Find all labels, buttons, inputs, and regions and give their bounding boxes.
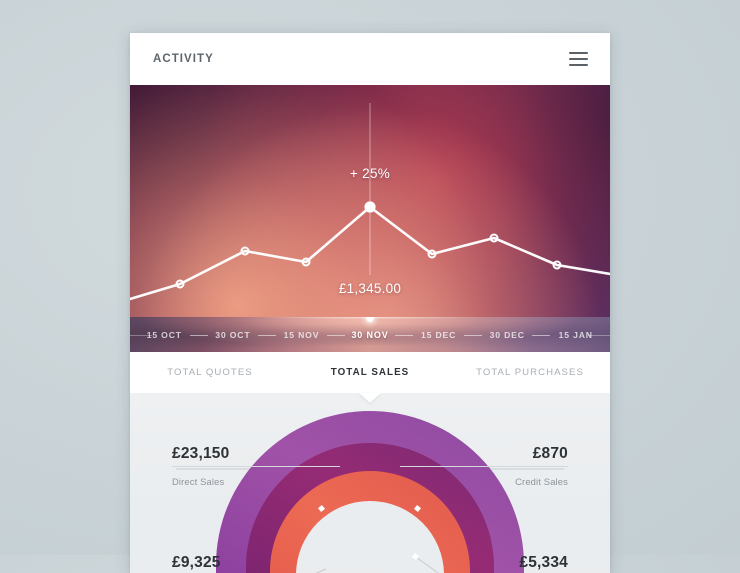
- stat-credit-sales: £870 Credit Sales: [400, 445, 568, 487]
- stat-divider: [172, 466, 340, 468]
- stat-label: Direct Sales: [172, 476, 225, 488]
- hamburger-bar: [569, 58, 588, 60]
- timeline-scrubber[interactable]: 15 OCT 30 OCT 15 NOV 30 NOV 15 DEC 30 DE…: [130, 317, 610, 352]
- tab-total-quotes[interactable]: TOTAL QUOTES: [130, 367, 290, 378]
- tab-bar: TOTAL QUOTES TOTAL SALES TOTAL PURCHASES: [130, 352, 610, 393]
- sales-breakdown-panel: £23,150 Direct Sales £870 Credit Sales £…: [130, 393, 610, 573]
- hamburger-bar: [569, 64, 588, 66]
- hero-value-label: £1,345.00: [338, 281, 402, 296]
- timeline-item-15-dec[interactable]: 15 DEC: [395, 330, 482, 340]
- tab-total-purchases[interactable]: TOTAL PURCHASES: [450, 367, 610, 378]
- timeline-item-15-jan[interactable]: 15 JAN: [532, 330, 610, 340]
- timeline-item-15-oct[interactable]: 15 OCT: [130, 330, 208, 340]
- page-title: ACTIVITY: [153, 53, 214, 65]
- timeline-item-30-nov[interactable]: 30 NOV: [326, 330, 413, 340]
- timeline-items: 15 OCT 30 OCT 15 NOV 30 NOV 15 DEC 30 DE…: [130, 317, 610, 352]
- percent-change-label: + 25%: [349, 166, 391, 181]
- stat-value: £23,150: [172, 445, 230, 462]
- stat-value: £9,325: [172, 554, 221, 571]
- stat-value: £870: [532, 445, 568, 462]
- stat-cash-sales: £5,334 Cash Sales: [400, 554, 568, 573]
- hero-chart: + 25% £1,345.00: [130, 85, 610, 317]
- stat-value: £5,334: [519, 554, 568, 571]
- timeline-item-15-nov[interactable]: 15 NOV: [258, 330, 345, 340]
- stat-channel-sales: £9,325 Channel Sales: [172, 554, 340, 573]
- activity-card: ACTIVITY + 25% £1,345.00 15 OCT 30 OCT 1…: [130, 33, 610, 573]
- tab-total-sales[interactable]: TOTAL SALES: [290, 367, 450, 378]
- hamburger-bar: [569, 52, 588, 54]
- timeline-item-30-oct[interactable]: 30 OCT: [189, 330, 276, 340]
- hamburger-icon[interactable]: [569, 52, 588, 66]
- stat-label: Credit Sales: [515, 476, 568, 488]
- stat-direct-sales: £23,150 Direct Sales: [172, 445, 340, 487]
- card-header: ACTIVITY: [130, 33, 610, 85]
- data-point-active: [364, 201, 376, 213]
- stat-divider: [400, 466, 568, 468]
- timeline-item-30-dec[interactable]: 30 DEC: [463, 330, 550, 340]
